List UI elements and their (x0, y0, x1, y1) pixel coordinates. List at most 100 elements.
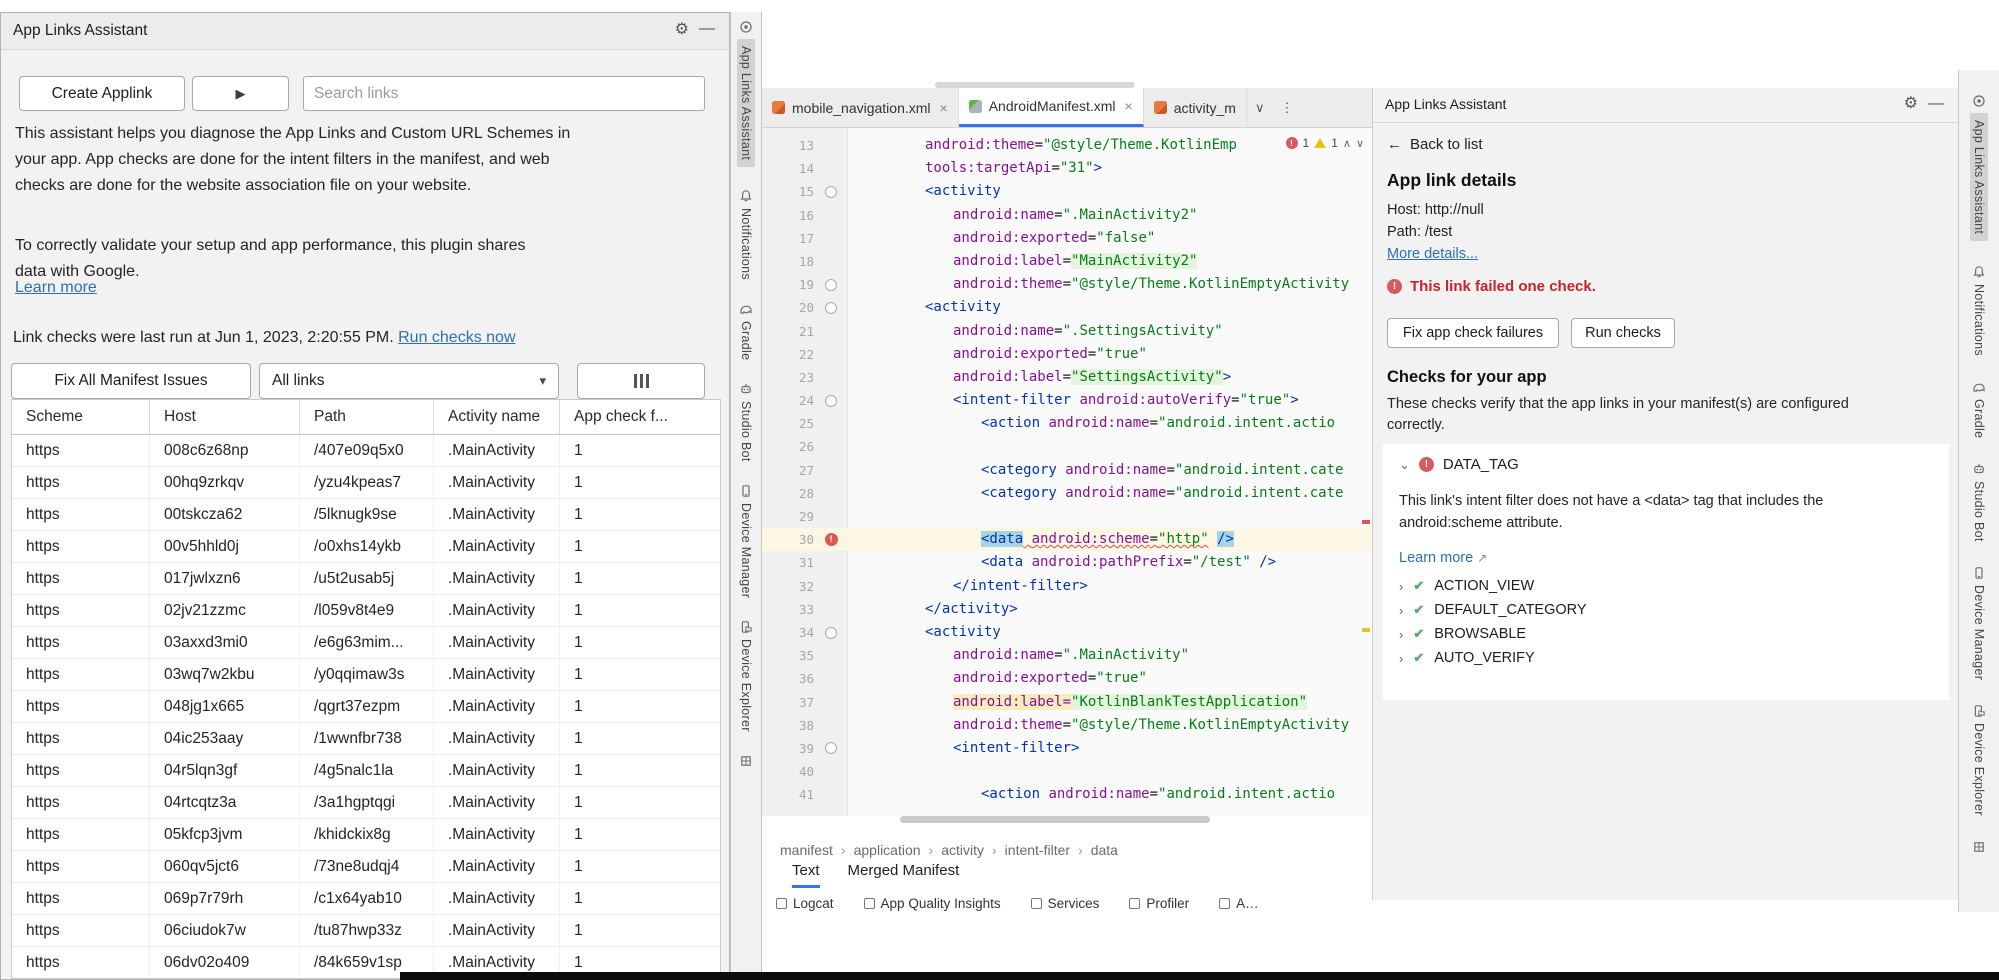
chevron-down-icon[interactable]: ∨ (1247, 88, 1273, 127)
error-stripe-mark[interactable] (1362, 520, 1370, 524)
more-details-link[interactable]: More details... (1387, 246, 1478, 262)
grid-icon[interactable] (1972, 840, 1986, 854)
table-row[interactable]: https04rtcqtz3a/3a1hgptqgi.MainActivity1 (12, 787, 720, 819)
right-strip-item-device-manager[interactable]: Device Manager (1972, 566, 1986, 680)
table-cell: 03axxd3mi0 (150, 627, 300, 658)
file-icon-nav (772, 101, 785, 114)
fold-icon[interactable] (825, 627, 837, 639)
gutter-cell (814, 435, 848, 458)
run-checks-button[interactable]: Run checks (1571, 318, 1675, 348)
breadcrumb-item-application[interactable]: application (854, 842, 921, 858)
tab-activity-m[interactable]: activity_m (1144, 88, 1247, 127)
table-row[interactable]: https060qv5jct6/73ne8udqj4.MainActivity1 (12, 851, 720, 883)
breadcrumb-item-intent-filter[interactable]: intent-filter (1005, 842, 1070, 858)
view-tab-merged-manifest[interactable]: Merged Manifest (848, 862, 960, 888)
code-token: ".MainActivity2" (1063, 207, 1198, 223)
passed-check-auto-verify[interactable]: ›✔AUTO_VERIFY (1399, 650, 1587, 666)
tab-mobile-navigation-xml[interactable]: mobile_navigation.xml× (762, 88, 959, 127)
gear-icon[interactable]: ⚙ (675, 22, 689, 38)
run-checks-now-link[interactable]: Run checks now (398, 329, 515, 346)
inspection-widget[interactable]: ! 1 1 ∧ ∨ (1286, 136, 1365, 150)
horizontal-scrollbar[interactable] (900, 816, 1210, 823)
search-input[interactable] (303, 76, 705, 111)
right-strip-item-studio-bot[interactable]: Studio Bot (1972, 462, 1986, 542)
kebab-menu-icon[interactable]: ⋮ (1272, 88, 1301, 127)
fold-icon[interactable] (825, 395, 837, 407)
fix-app-check-failures-button[interactable]: Fix app check failures (1387, 318, 1559, 348)
table-row[interactable]: https05kfcp3jvm/khidckix8g.MainActivity1 (12, 819, 720, 851)
table-row[interactable]: https03wq7w2kbu/y0qqimaw3s.MainActivity1 (12, 659, 720, 691)
table-row[interactable]: https03axxd3mi0/e6g63mim....MainActivity… (12, 627, 720, 659)
column-settings-button[interactable] (577, 363, 705, 399)
table-row[interactable]: https02jv21zzmc/l059v8t4e9.MainActivity1 (12, 595, 720, 627)
learn-more-link[interactable]: Learn more (1399, 550, 1473, 566)
column-header-app-check-f-[interactable]: App check f... (560, 400, 720, 434)
right-strip-item-app-links-assistant[interactable]: App Links Assistant (1970, 94, 1988, 241)
next-issue-icon[interactable]: ∨ (1356, 137, 1364, 150)
breadcrumb-item-activity[interactable]: activity (941, 842, 984, 858)
passed-check-action-view[interactable]: ›✔ACTION_VIEW (1399, 578, 1587, 594)
bottom-bar-item-logcat[interactable]: Logcat (776, 896, 834, 911)
table-cell: .MainActivity (434, 819, 560, 850)
right-strip-item-device-explorer[interactable]: Device Explorer (1972, 704, 1986, 816)
breadcrumb-item-data[interactable]: data (1091, 842, 1118, 858)
minimize-icon[interactable]: — (699, 21, 715, 37)
table-row[interactable]: https04r5lqn3gf/4g5nalc1la.MainActivity1 (12, 755, 720, 787)
column-header-scheme[interactable]: Scheme (12, 400, 150, 434)
minimize-icon[interactable]: — (1928, 96, 1944, 112)
column-header-path[interactable]: Path (300, 400, 434, 434)
bottom-bar-item-app-quality-insights[interactable]: App Quality Insights (864, 896, 1001, 911)
table-row[interactable]: https069p7r79rh/c1x64yab10.MainActivity1 (12, 883, 720, 915)
close-icon[interactable]: × (1125, 98, 1133, 114)
table-row[interactable]: https048jg1x665/qgrt37ezpm.MainActivity1 (12, 691, 720, 723)
fold-icon[interactable] (825, 302, 837, 314)
breadcrumb-item-manifest[interactable]: manifest (780, 842, 833, 858)
left-strip-item-app-links-assistant[interactable]: App Links Assistant (737, 20, 755, 167)
right-strip-item-notifications[interactable]: Notifications (1972, 265, 1986, 356)
grid-icon[interactable] (739, 754, 753, 768)
passed-check-browsable[interactable]: ›✔BROWSABLE (1399, 626, 1587, 642)
failed-check-item[interactable]: ⌄ ! DATA_TAG (1399, 456, 1519, 473)
column-header-activity-name[interactable]: Activity name (434, 400, 560, 434)
left-strip-item-notifications[interactable]: Notifications (739, 189, 753, 280)
right-strip-item-gradle[interactable]: Gradle (1972, 380, 1986, 438)
fold-icon[interactable] (825, 742, 837, 754)
table-row[interactable]: https00v5hhld0j/o0xhs14ykb.MainActivity1 (12, 531, 720, 563)
tab-androidmanifest-xml[interactable]: AndroidManifest.xml× (959, 88, 1144, 127)
warning-stripe-mark[interactable] (1362, 628, 1370, 632)
error-icon: ! (1387, 279, 1402, 294)
play-icon: ▶ (236, 86, 246, 102)
fold-icon[interactable] (825, 279, 837, 291)
line-number: 17 (762, 227, 814, 250)
create-applink-button[interactable]: Create Applink (19, 76, 185, 111)
prev-issue-icon[interactable]: ∧ (1343, 137, 1351, 150)
table-row[interactable]: https00tskcza62/5lknugk9se.MainActivity1 (12, 499, 720, 531)
bottom-bar-item-profiler[interactable]: Profiler (1129, 896, 1189, 911)
run-button[interactable]: ▶ (192, 76, 289, 111)
fix-all-manifest-issues-button[interactable]: Fix All Manifest Issues (11, 363, 251, 399)
passed-check-default-category[interactable]: ›✔DEFAULT_CATEGORY (1399, 602, 1587, 618)
view-tab-text[interactable]: Text (792, 862, 820, 888)
left-strip-item-gradle[interactable]: Gradle (739, 302, 753, 360)
failed-check-status: ! This link failed one check. (1387, 278, 1596, 295)
close-icon[interactable]: × (940, 100, 948, 116)
back-to-list-link[interactable]: ← Back to list (1387, 136, 1483, 153)
left-strip-item-studio-bot[interactable]: Studio Bot (739, 382, 753, 462)
links-filter-dropdown[interactable]: All links ▾ (259, 363, 559, 399)
code-token: "@style/Theme.KotlinEmp (1043, 137, 1237, 153)
table-row[interactable]: https06ciudok7w/tu87hwp33z.MainActivity1 (12, 915, 720, 947)
column-header-host[interactable]: Host (150, 400, 300, 434)
fold-icon[interactable] (825, 186, 837, 198)
bottom-bar-item-services[interactable]: Services (1031, 896, 1100, 911)
table-row[interactable]: https04ic253aay/1wwnfbr738.MainActivity1 (12, 723, 720, 755)
code-editor[interactable]: 13android:theme="@style/Theme.KotlinEmp1… (762, 128, 1372, 816)
left-strip-item-device-manager[interactable]: Device Manager (739, 484, 753, 598)
table-row[interactable]: https017jwlxzn6/u5t2usab5j.MainActivity1 (12, 563, 720, 595)
bottom-bar-item-a-[interactable]: A… (1219, 896, 1259, 911)
table-row[interactable]: https008c6z68np/407e09q5x0.MainActivity1 (12, 435, 720, 467)
left-strip-item-device-explorer[interactable]: Device Explorer (739, 620, 753, 732)
learn-more-link[interactable]: Learn more (15, 279, 97, 297)
table-cell: 00hq9zrkqv (150, 467, 300, 498)
table-row[interactable]: https00hq9zrkqv/yzu4kpeas7.MainActivity1 (12, 467, 720, 499)
gear-icon[interactable]: ⚙ (1904, 96, 1918, 112)
